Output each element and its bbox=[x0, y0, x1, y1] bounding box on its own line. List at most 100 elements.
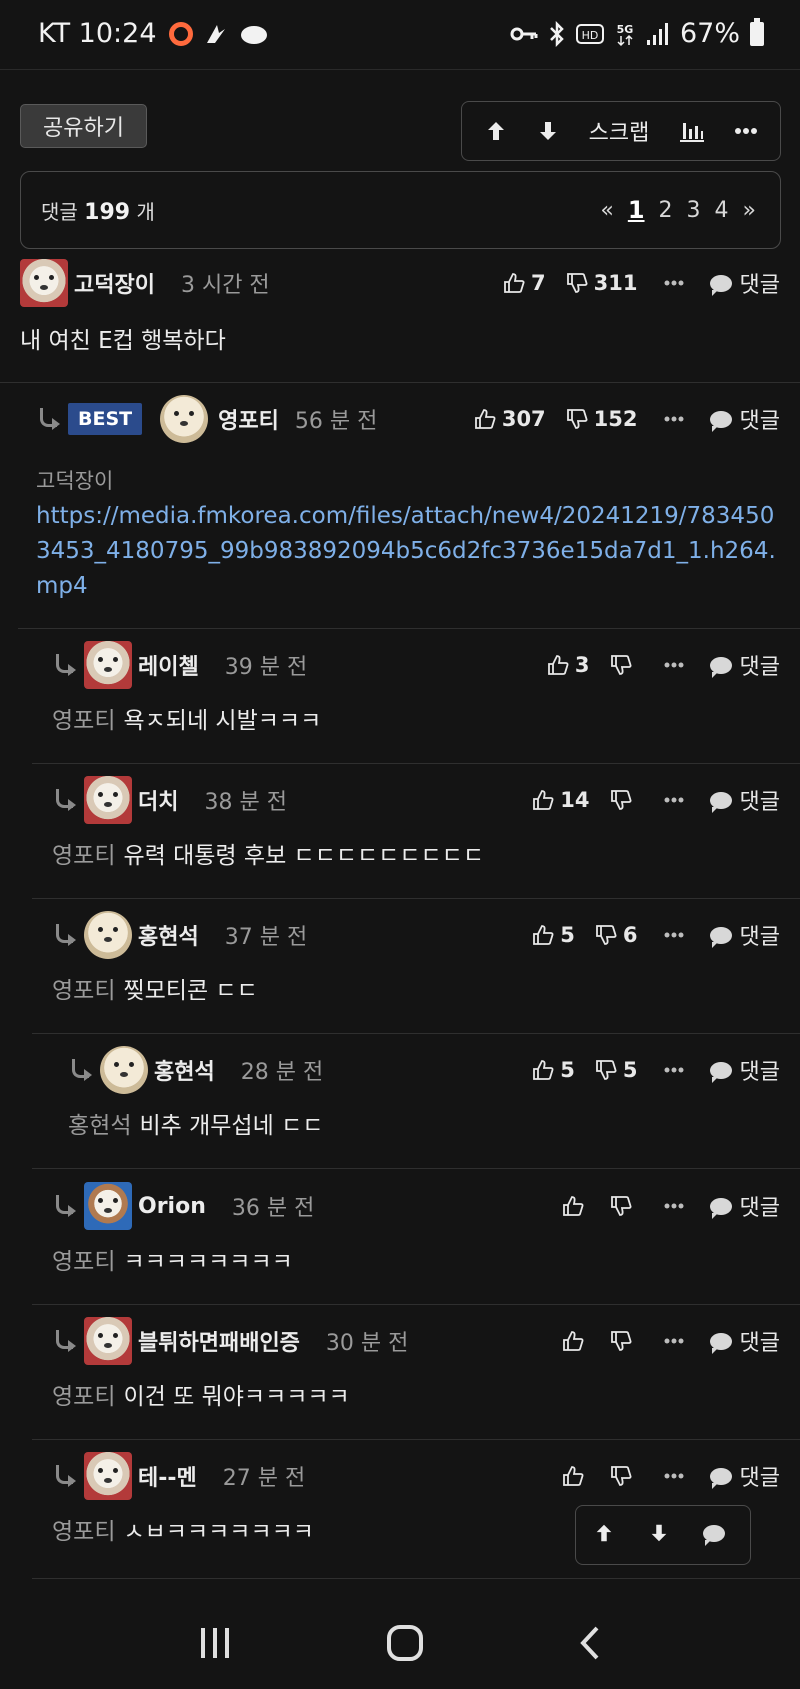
share-button[interactable]: 공유하기 bbox=[20, 104, 147, 148]
reply-button[interactable]: 댓글 bbox=[709, 1460, 780, 1492]
mention[interactable]: 영포티 bbox=[52, 708, 115, 734]
reply-button[interactable]: 댓글 bbox=[709, 919, 780, 951]
downvote-button[interactable] bbox=[610, 654, 638, 676]
comment-header: 홍현석 28 분 전 bbox=[68, 1045, 323, 1095]
upvote-button[interactable]: 14 bbox=[532, 788, 590, 812]
speech-bubble-icon bbox=[709, 274, 732, 296]
author-name[interactable]: Orion bbox=[138, 1194, 206, 1219]
mention[interactable]: 영포티 bbox=[52, 978, 115, 1004]
reply-button[interactable]: 댓글 bbox=[709, 1325, 780, 1357]
comment-more-button[interactable] bbox=[664, 1338, 684, 1344]
mention[interactable]: 영포티 bbox=[52, 1249, 115, 1275]
upvote-button[interactable]: 5 bbox=[532, 1058, 575, 1082]
upvote-button[interactable]: 307 bbox=[474, 407, 546, 431]
avatar[interactable] bbox=[84, 776, 132, 824]
stats-button[interactable] bbox=[678, 119, 706, 143]
comment-link[interactable]: https://media.fmkorea.com/files/attach/n… bbox=[36, 499, 776, 604]
more-dots-icon bbox=[664, 662, 684, 668]
mention[interactable]: 영포티 bbox=[52, 1519, 115, 1545]
reply-button[interactable]: 댓글 bbox=[709, 784, 780, 816]
comment-text: 이건 또 뭐야ㅋㅋㅋㅋㅋ bbox=[123, 1384, 350, 1410]
avatar[interactable] bbox=[84, 641, 132, 689]
float-comment-button[interactable] bbox=[703, 1524, 733, 1546]
comment-more-button[interactable] bbox=[664, 416, 684, 422]
comment-text: ㅋㅋㅋㅋㅋㅋㅋㅋ bbox=[123, 1249, 293, 1275]
downvote-button[interactable] bbox=[610, 1465, 638, 1487]
downvote-button[interactable] bbox=[610, 1330, 638, 1352]
author-name[interactable]: 홍현석 bbox=[154, 1054, 215, 1086]
home-button[interactable] bbox=[386, 1624, 424, 1666]
page-first[interactable]: « bbox=[600, 198, 613, 223]
mention[interactable]: 홍현석 bbox=[68, 1113, 131, 1139]
author-name[interactable]: 고덕장이 bbox=[74, 267, 155, 299]
scroll-up-button[interactable] bbox=[484, 119, 508, 143]
downvote-button[interactable]: 5 bbox=[595, 1058, 638, 1082]
cloud-icon bbox=[240, 25, 267, 44]
downvote-count: 152 bbox=[593, 407, 638, 431]
upvote-count: 5 bbox=[560, 1058, 575, 1082]
upvote-button[interactable]: 3 bbox=[547, 653, 590, 677]
page-3[interactable]: 3 bbox=[687, 198, 701, 223]
comment-more-button[interactable] bbox=[664, 932, 684, 938]
author-name[interactable]: 레이첼 bbox=[138, 649, 199, 681]
upvote-button[interactable] bbox=[562, 1195, 590, 1217]
author-name[interactable]: 더치 bbox=[138, 784, 178, 816]
avatar[interactable] bbox=[84, 911, 132, 959]
bluetooth-icon bbox=[550, 20, 564, 47]
avatar[interactable] bbox=[84, 1452, 132, 1500]
float-up-button[interactable] bbox=[593, 1522, 615, 1548]
more-button[interactable] bbox=[734, 127, 758, 135]
comment-more-button[interactable] bbox=[664, 1203, 684, 1209]
avatar[interactable] bbox=[20, 259, 68, 307]
comment-text: ㅅㅂㅋㅋㅋㅋㅋㅋㅋ bbox=[123, 1519, 314, 1545]
scrap-button[interactable]: 스크랩 bbox=[589, 115, 650, 147]
downvote-button[interactable]: 6 bbox=[595, 923, 638, 947]
reply-button[interactable]: 댓글 bbox=[709, 649, 780, 681]
comment-more-button[interactable] bbox=[664, 797, 684, 803]
avatar[interactable] bbox=[84, 1182, 132, 1230]
reply-button[interactable]: 댓글 bbox=[709, 1190, 780, 1222]
upvote-button[interactable]: 7 bbox=[503, 271, 546, 295]
float-down-button[interactable] bbox=[648, 1522, 670, 1548]
comment-more-button[interactable] bbox=[664, 662, 684, 668]
mention[interactable]: 고덕장이 bbox=[36, 464, 768, 499]
recent-apps-button[interactable] bbox=[197, 1626, 233, 1664]
comment-count-number: 199 bbox=[84, 199, 131, 225]
arrow-up-icon bbox=[596, 1524, 611, 1542]
upvote-button[interactable] bbox=[562, 1330, 590, 1352]
reply-button[interactable]: 댓글 bbox=[709, 1054, 780, 1086]
key-icon bbox=[510, 27, 538, 40]
divider bbox=[0, 382, 800, 383]
page-4[interactable]: 4 bbox=[715, 198, 729, 223]
reply-label: 댓글 bbox=[739, 409, 780, 434]
downvote-button[interactable] bbox=[610, 1195, 638, 1217]
page-1[interactable]: 1 bbox=[628, 196, 645, 224]
author-name[interactable]: 테--멘 bbox=[138, 1460, 197, 1492]
author-name[interactable]: 영포티 bbox=[218, 403, 279, 435]
comment-more-button[interactable] bbox=[664, 280, 684, 286]
comment-time: 39 분 전 bbox=[224, 655, 308, 680]
page-last[interactable]: » bbox=[743, 198, 756, 223]
scroll-down-button[interactable] bbox=[536, 119, 560, 143]
comment-count-prefix: 댓글 bbox=[41, 199, 78, 224]
downvote-button[interactable] bbox=[610, 789, 638, 811]
notification-icons bbox=[168, 21, 269, 47]
comment-more-button[interactable] bbox=[664, 1473, 684, 1479]
page-2[interactable]: 2 bbox=[659, 198, 673, 223]
avatar[interactable] bbox=[84, 1317, 132, 1365]
upvote-button[interactable] bbox=[562, 1465, 590, 1487]
back-button[interactable] bbox=[577, 1625, 603, 1665]
thumbs-down-icon bbox=[610, 1466, 632, 1486]
mention[interactable]: 영포티 bbox=[52, 843, 115, 869]
upvote-button[interactable]: 5 bbox=[532, 923, 575, 947]
author-name[interactable]: 홍현석 bbox=[138, 919, 199, 951]
reply-button[interactable]: 댓글 bbox=[709, 403, 780, 435]
mention[interactable]: 영포티 bbox=[52, 1384, 115, 1410]
author-name[interactable]: 블튀하면패배인증 bbox=[138, 1325, 300, 1357]
avatar[interactable] bbox=[160, 395, 209, 443]
downvote-button[interactable]: 152 bbox=[566, 407, 638, 431]
avatar[interactable] bbox=[100, 1046, 148, 1094]
downvote-button[interactable]: 311 bbox=[566, 271, 638, 295]
comment-more-button[interactable] bbox=[664, 1067, 684, 1073]
reply-button[interactable]: 댓글 bbox=[709, 267, 780, 299]
